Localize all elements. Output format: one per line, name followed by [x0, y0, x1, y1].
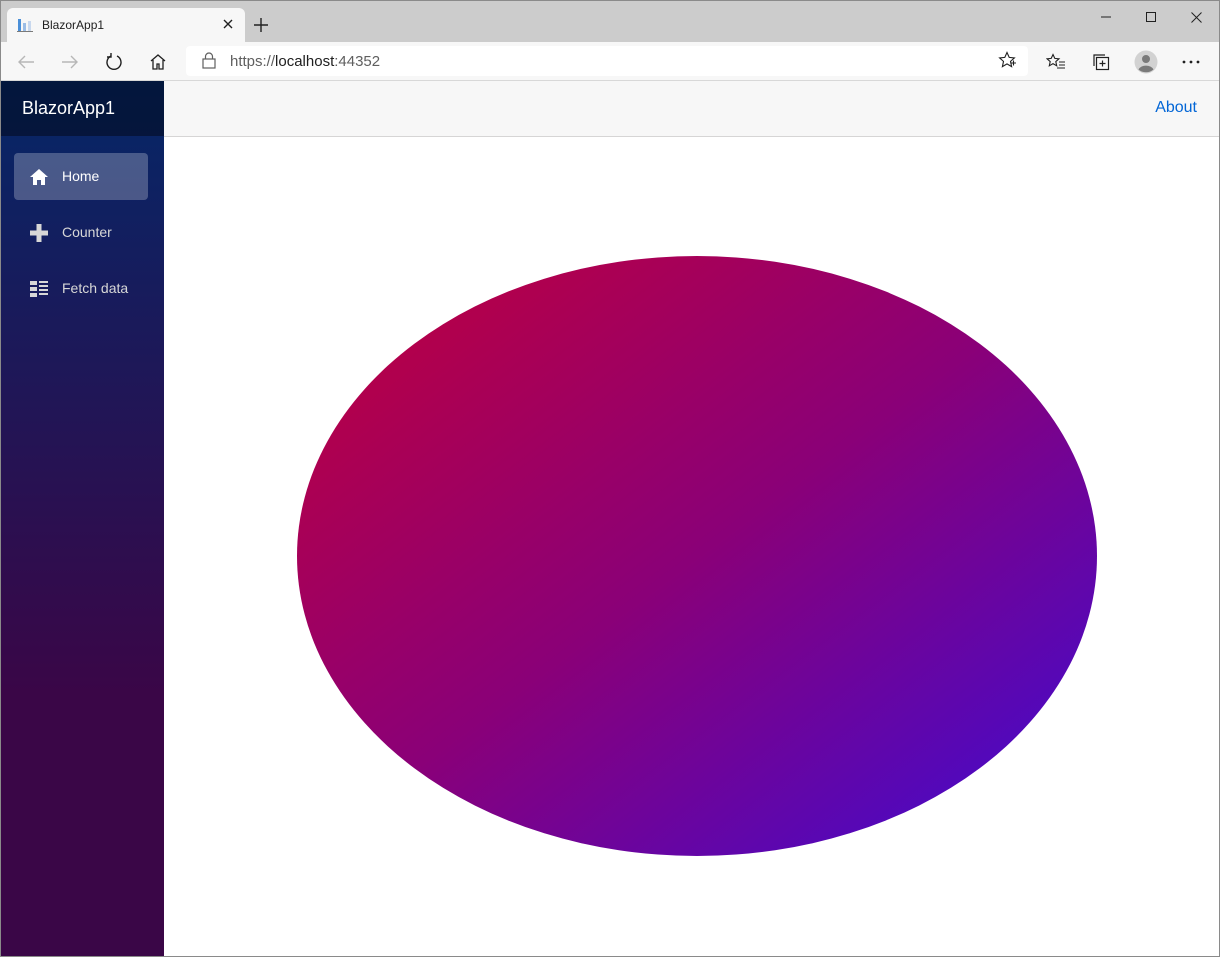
home-icon	[150, 54, 166, 70]
main-content	[164, 137, 1219, 956]
list-icon	[30, 281, 48, 297]
tab-title: BlazorApp1	[42, 18, 105, 32]
address-bar[interactable]: https://localhost:44352	[186, 46, 1028, 76]
plus-icon	[254, 18, 268, 32]
nav-label-counter: Counter	[62, 224, 112, 240]
minimize-icon	[1101, 16, 1111, 18]
ellipse-shape	[297, 256, 1097, 856]
collections-icon	[1093, 54, 1110, 71]
forward-button[interactable]	[55, 47, 85, 77]
page-favicon-icon	[17, 19, 33, 32]
window-close-button[interactable]	[1173, 1, 1219, 33]
home-button[interactable]	[143, 47, 173, 77]
nav-label-fetch-data: Fetch data	[62, 280, 129, 296]
gradient-ellipse	[297, 256, 1097, 856]
more-icon	[1182, 60, 1200, 64]
close-icon	[223, 19, 233, 29]
refresh-button[interactable]	[99, 47, 129, 77]
about-link[interactable]: About	[1155, 99, 1197, 117]
tab-close-button[interactable]	[219, 15, 237, 33]
profile-icon	[1134, 50, 1158, 74]
maximize-icon	[1146, 12, 1156, 22]
sidebar: BlazorApp1 Home Counter Fetch data	[1, 81, 164, 956]
minimize-button[interactable]	[1083, 1, 1129, 33]
url-text[interactable]: https://localhost:44352	[230, 53, 380, 70]
refresh-icon	[106, 53, 122, 71]
back-button[interactable]	[11, 47, 41, 77]
close-icon	[1190, 11, 1202, 23]
collections-button[interactable]	[1086, 47, 1116, 77]
browser-toolbar: https://localhost:44352	[1, 42, 1219, 81]
title-bar: BlazorApp1	[1, 1, 1219, 42]
profile-button[interactable]	[1131, 47, 1161, 77]
forward-arrow-icon	[62, 55, 78, 69]
nav-item-home[interactable]: Home	[14, 153, 148, 200]
nav-item-fetch-data[interactable]: Fetch data	[14, 265, 148, 312]
brand-title[interactable]: BlazorApp1	[22, 98, 115, 119]
lock-icon	[202, 52, 216, 69]
back-arrow-icon	[18, 55, 34, 69]
favorites-list-icon	[1046, 53, 1065, 69]
new-tab-button[interactable]	[249, 13, 273, 37]
nav-item-counter[interactable]: Counter	[14, 209, 148, 256]
url-port: :44352	[334, 53, 381, 70]
nav-label-home: Home	[62, 168, 100, 184]
star-icon[interactable]	[998, 51, 1016, 69]
app-root: BlazorApp1 Home Counter Fetch data About	[1, 81, 1219, 956]
url-host: localhost	[275, 53, 335, 70]
home-icon	[30, 169, 48, 185]
plus-icon	[30, 224, 48, 242]
top-row: About	[164, 81, 1219, 137]
more-button[interactable]	[1176, 47, 1206, 77]
browser-tab[interactable]: BlazorApp1	[7, 8, 245, 42]
browser-window: BlazorApp1 https://localhost:44352 Blazo…	[0, 0, 1220, 957]
brand-bar: BlazorApp1	[1, 81, 164, 136]
maximize-button[interactable]	[1128, 1, 1174, 33]
favorites-button[interactable]	[1041, 47, 1071, 77]
url-protocol: https://	[230, 53, 276, 70]
